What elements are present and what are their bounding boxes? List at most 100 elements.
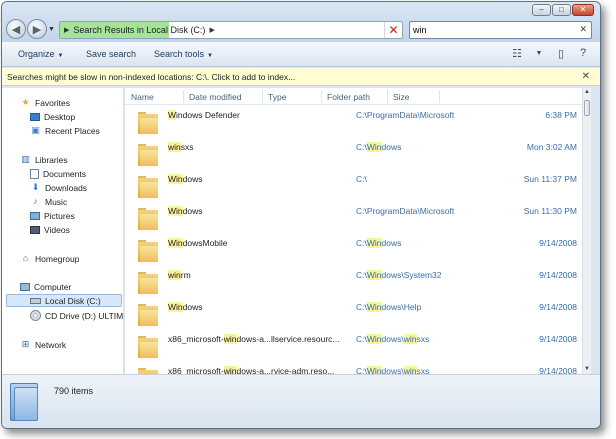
folder-path: C:\Windows\winsxs (356, 334, 430, 344)
nav-downloads[interactable]: ⬇ Downloads (30, 181, 87, 194)
nav-libraries[interactable]: ▥ Libraries (20, 153, 68, 166)
date-modified: 6:38 PM (545, 110, 577, 120)
column-header-folder-path[interactable]: Folder path (327, 92, 370, 102)
file-name: x86_microsoft-windows-a...rvice-adm.reso… (168, 366, 335, 374)
folder-path: C:\ (356, 174, 367, 184)
nav-cd-drive[interactable]: CD Drive (D:) ULTIM (30, 309, 123, 322)
save-search-label: Save search (86, 49, 137, 59)
table-row[interactable]: x86_microsoft-windows-a...llservice.reso… (125, 330, 583, 362)
nav-favorites[interactable]: ★ Favorites (20, 96, 70, 109)
column-divider[interactable] (387, 90, 388, 103)
nav-desktop-label: Desktop (44, 111, 76, 122)
nav-homegroup[interactable]: ⌂ Homegroup (20, 252, 80, 265)
date-modified: Sun 11:37 PM (523, 174, 577, 184)
table-row[interactable]: Windows C:\Windows\Help 9/14/2008 (125, 298, 583, 330)
nav-documents-label: Documents (43, 168, 86, 179)
breadcrumb-dropdown-icon[interactable]: ▶ (209, 26, 214, 34)
table-row[interactable]: winrm C:\Windows\System32 9/14/2008 (125, 266, 583, 298)
folder-path: C:\Windows\winsxs (356, 366, 430, 374)
libraries-icon: ▥ (21, 154, 30, 164)
nav-pictures[interactable]: Pictures (30, 209, 75, 222)
help-button[interactable]: ? (576, 46, 590, 60)
organize-menu[interactable]: Organize ▼ (18, 49, 63, 59)
save-search-button[interactable]: Save search (86, 49, 136, 59)
item-count: 790 items (54, 386, 94, 396)
nav-pictures-label: Pictures (44, 210, 75, 221)
nav-videos[interactable]: Videos (30, 223, 70, 236)
download-arrow-icon: ⬇ (31, 182, 40, 192)
nav-favorites-label: Favorites (35, 97, 70, 108)
column-header-name[interactable]: Name (131, 92, 154, 102)
table-row[interactable]: Windows C:\ Sun 11:37 PM (125, 170, 583, 202)
stop-search-button[interactable]: ✕ (384, 22, 402, 38)
preview-pane-button[interactable]: ▯ (554, 46, 568, 60)
close-window-button[interactable]: ✕ (572, 4, 594, 16)
scroll-up-arrow-icon[interactable]: ▲ (583, 88, 591, 97)
info-bar-text[interactable]: Searches might be slow in non-indexed lo… (7, 72, 295, 82)
nav-recent-places[interactable]: ▣ Recent Places (30, 124, 100, 137)
search-results-folder-icon (10, 383, 38, 421)
column-header-date-modified[interactable]: Date modified (189, 92, 241, 102)
results-pane: Name Date modified Type Folder path Size… (125, 88, 591, 374)
table-row[interactable]: Windows C:\ProgramData\Microsoft Sun 11:30… (125, 202, 583, 234)
pictures-icon (30, 211, 40, 220)
hard-disk-icon (30, 297, 41, 304)
homegroup-icon: ⌂ (22, 253, 29, 263)
command-bar: Organize ▼ Save search Search tools ▼ ☷ ▼ … (2, 42, 600, 67)
vertical-scrollbar[interactable]: ▲ ▼ (582, 88, 591, 374)
folder-icon (138, 112, 158, 134)
column-header-size[interactable]: Size (393, 92, 410, 102)
network-icon: ⊞ (21, 339, 30, 349)
clear-search-button[interactable]: ✕ (579, 24, 587, 35)
stop-icon: ✕ (388, 23, 399, 37)
nav-music[interactable]: ♪ Music (30, 195, 67, 208)
back-button[interactable]: ◀ (6, 19, 26, 39)
folder-icon (138, 144, 158, 166)
minimize-button[interactable]: – (532, 4, 551, 16)
breadcrumb-search-results[interactable]: Search Results in Local Disk (C:) (73, 25, 205, 35)
folder-icon (138, 240, 158, 262)
search-tools-menu[interactable]: Search tools ▼ (154, 49, 213, 59)
nav-documents[interactable]: Documents (30, 167, 86, 180)
nav-libraries-label: Libraries (35, 154, 68, 165)
folder-icon (138, 272, 158, 294)
info-bar-close-button[interactable]: ✕ (582, 71, 590, 82)
column-divider[interactable] (439, 90, 440, 103)
scroll-down-arrow-icon[interactable]: ▼ (583, 365, 591, 374)
forward-button[interactable]: ▶ (27, 19, 47, 39)
breadcrumb-arrow-icon: ▶ (64, 27, 70, 34)
address-field[interactable]: ▶ Search Results in Local Disk (C:) ▶ ✕ (59, 21, 403, 39)
search-box[interactable]: ✕ (409, 21, 592, 39)
file-name: x86_microsoft-windows-a...llservice.reso… (168, 334, 340, 344)
column-divider[interactable] (262, 90, 263, 103)
scrollbar-thumb[interactable] (584, 100, 590, 116)
column-divider[interactable] (321, 90, 322, 103)
explorer-window: – □ ✕ ◀ ▶ ▼ ▶ Search Results in Local Di… (1, 1, 601, 429)
file-name: Windows Defender (168, 110, 240, 120)
table-row[interactable]: x86_microsoft-windows-a...rvice-adm.reso… (125, 362, 583, 374)
folder-path: C:\Windows\Help (356, 302, 422, 312)
computer-icon (20, 282, 30, 291)
nav-network[interactable]: ⊞ Network (20, 338, 66, 351)
index-info-bar[interactable]: Searches might be slow in non-indexed lo… (2, 68, 600, 86)
star-icon: ★ (21, 97, 30, 107)
view-dropdown[interactable]: ▼ (532, 46, 546, 60)
folder-path: C:\ProgramData\Microsoft (356, 110, 455, 120)
details-pane: 790 items (2, 374, 600, 428)
table-row[interactable]: WindowsMobile C:\Windows 9/14/2008 (125, 234, 583, 266)
table-row[interactable]: Windows Defender C:\ProgramData\Microsoft… (125, 106, 583, 138)
nav-videos-label: Videos (44, 224, 70, 235)
column-divider[interactable] (183, 90, 184, 103)
column-header-type[interactable]: Type (268, 92, 286, 102)
nav-desktop[interactable]: Desktop (30, 110, 75, 123)
nav-computer[interactable]: Computer (20, 280, 71, 293)
file-name: winrm (168, 270, 191, 280)
maximize-button[interactable]: □ (552, 4, 571, 16)
recent-pages-dropdown[interactable]: ▼ (48, 26, 55, 33)
search-input[interactable] (413, 23, 573, 37)
nav-network-label: Network (35, 339, 67, 350)
nav-local-disk[interactable]: Local Disk (C:) (6, 294, 122, 307)
folder-path: C:\Windows (356, 142, 402, 152)
table-row[interactable]: winsxs C:\Windows Mon 3:02 AM (125, 138, 583, 170)
change-view-button[interactable]: ☷ (510, 46, 524, 60)
